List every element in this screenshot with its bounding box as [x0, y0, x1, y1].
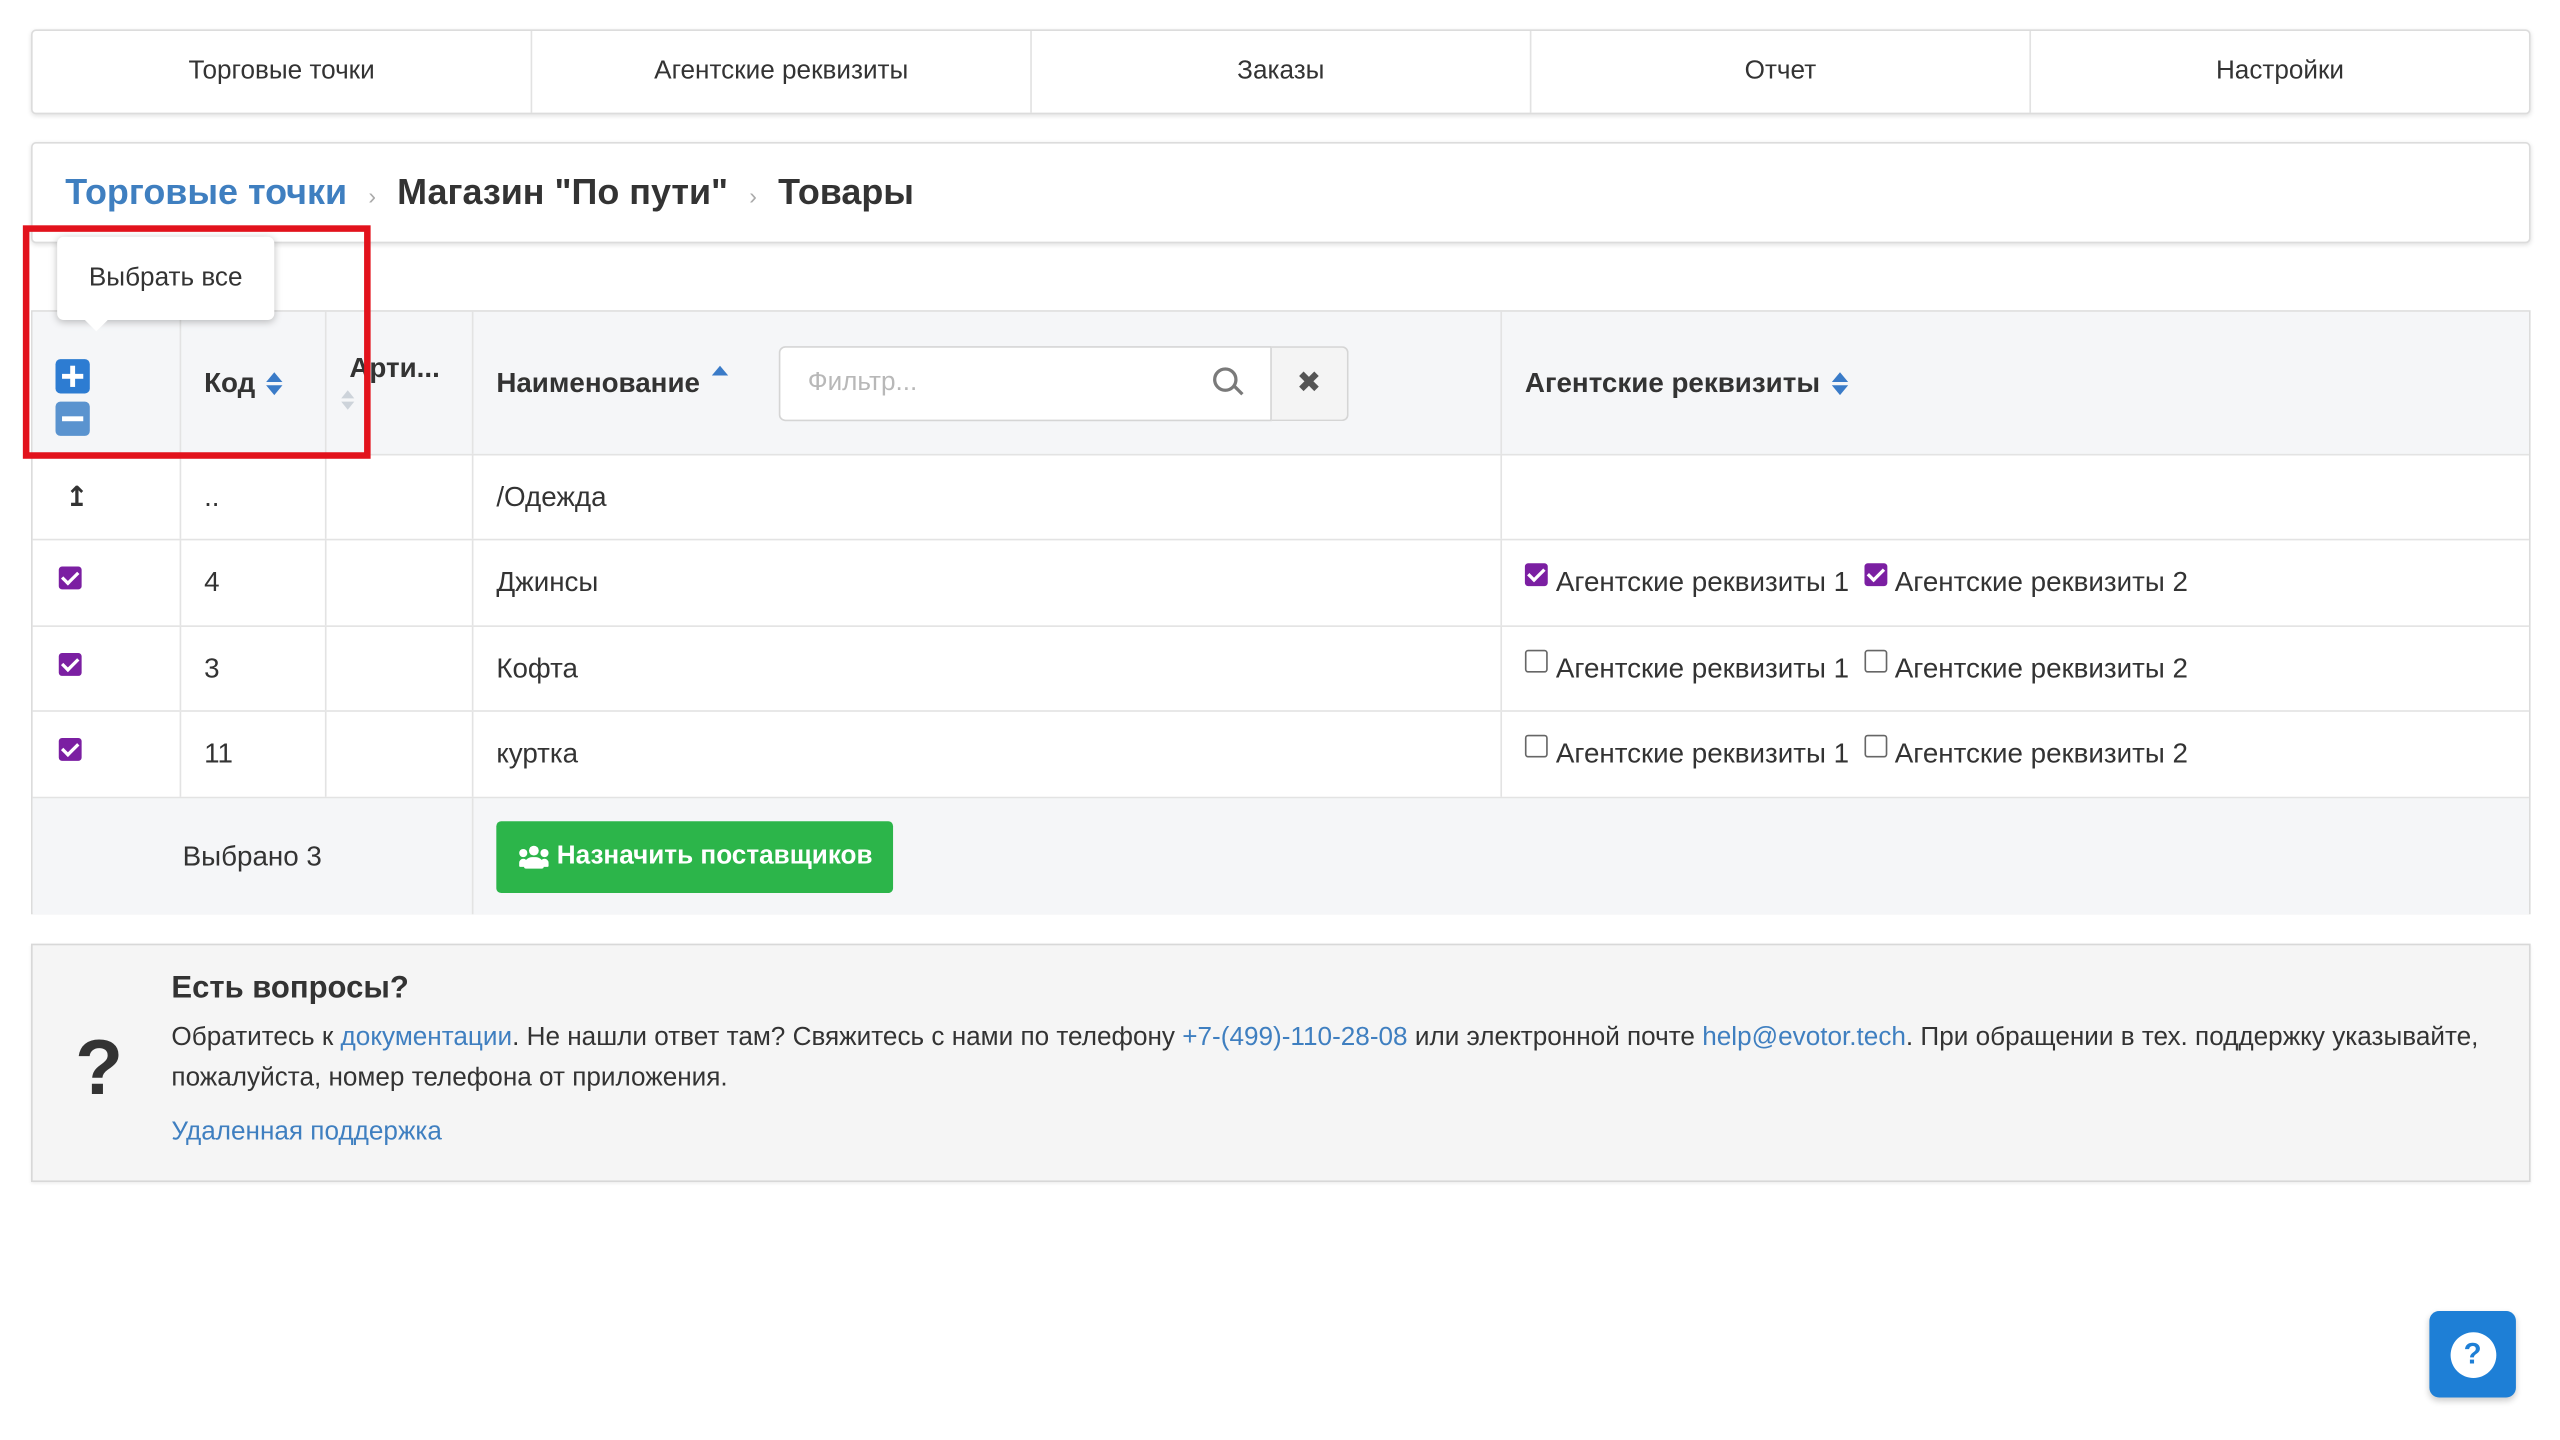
agent-option-2[interactable]: Агентские реквизиты 2	[1863, 648, 2188, 685]
sort-asc-icon	[711, 364, 728, 388]
search-icon	[1212, 345, 1246, 420]
assign-suppliers-button[interactable]: Назначить поставщиков	[496, 820, 894, 893]
select-all-tooltip: Выбрать все	[57, 236, 275, 332]
row-checkbox[interactable]	[58, 566, 82, 590]
article-column-header[interactable]: Арти...	[327, 311, 474, 454]
name-filter-input[interactable]	[778, 345, 1272, 421]
help-text-part: . Не нашли ответ там? Свяжитесь с нами п…	[512, 1023, 1183, 1052]
row-code: 11	[204, 737, 233, 769]
row-name: /Одежда	[496, 480, 607, 512]
agent-label: Агентские реквизиты 1	[1555, 737, 1850, 769]
select-all-plus-icon[interactable]	[55, 359, 90, 394]
remote-support-link[interactable]: Удаленная поддержка	[171, 1118, 442, 1147]
selected-count-label: Выбрано 3	[182, 839, 322, 872]
agent-label: Агентские реквизиты 2	[1894, 652, 2188, 684]
table-header: Код Арти... Наименование ✖ Агентские рек…	[32, 311, 2532, 456]
agent-label: Агентские реквизиты 2	[1894, 566, 2188, 598]
agent-checkbox[interactable]	[1524, 563, 1548, 587]
nav-tab-settings[interactable]: Настройки	[2031, 31, 2529, 113]
nav-tab-agent-details[interactable]: Агентские реквизиты	[532, 31, 1032, 113]
sort-icon	[341, 390, 357, 413]
agent-checkbox[interactable]	[1863, 563, 1887, 587]
agent-header-label: Агентские реквизиты	[1524, 366, 1821, 398]
breadcrumb-current: Товары	[778, 171, 914, 213]
docs-link[interactable]: документации	[341, 1024, 513, 1052]
deselect-all-minus-icon[interactable]	[55, 401, 90, 436]
table-footer: Выбрано 3 Назначить поставщиков	[32, 798, 2532, 915]
row-checkbox[interactable]	[58, 652, 82, 676]
name-column-header: Наименование ✖	[473, 311, 1503, 454]
agent-checkbox[interactable]	[1863, 648, 1887, 672]
table-row: 3 Кофта Агентские реквизиты 1 Агентские …	[32, 626, 2529, 712]
email-link[interactable]: help@evotor.tech	[1702, 1024, 1906, 1052]
help-text-part: или электронной почте	[1407, 1023, 1703, 1052]
select-column-header	[33, 311, 182, 454]
page: Торговые точки Агентские реквизиты Заказ…	[0, 0, 2560, 1440]
agent-label: Агентские реквизиты 1	[1555, 652, 1850, 684]
table-row: 4 Джинсы Агентские реквизиты 1 Агентские…	[32, 540, 2529, 627]
products-table: Код Арти... Наименование ✖ Агентские рек…	[31, 310, 2532, 915]
row-name: куртка	[496, 737, 579, 769]
row-checkbox[interactable]	[58, 737, 82, 761]
help-title: Есть вопросы?	[171, 971, 409, 1006]
breadcrumb-store: Магазин "По пути"	[397, 171, 729, 213]
floating-help-button[interactable]: ?	[2429, 1311, 2516, 1398]
agent-option-1[interactable]: Агентские реквизиты 1	[1524, 734, 1850, 771]
breadcrumb-stores-link[interactable]: Торговые точки	[65, 171, 347, 213]
agent-option-2[interactable]: Агентские реквизиты 2	[1863, 734, 2188, 771]
name-filter: ✖	[778, 345, 1349, 421]
help-panel: ? Есть вопросы? Обратитесь к документаци…	[31, 943, 2531, 1183]
nav-tab-stores[interactable]: Торговые точки	[33, 31, 533, 113]
question-icon: ?	[75, 1025, 123, 1112]
table-row-parent-folder[interactable]: ↥ .. /Одежда	[32, 455, 2529, 541]
filter-clear-button[interactable]: ✖	[1271, 345, 1349, 421]
agent-option-1[interactable]: Агентские реквизиты 1	[1524, 563, 1850, 600]
assign-suppliers-label: Назначить поставщиков	[556, 841, 873, 870]
help-text: Обратитесь к документации. Не нашли отве…	[171, 1017, 2489, 1099]
help-text-part: Обратитесь к	[171, 1023, 341, 1052]
table-row: 11 куртка Агентские реквизиты 1 Агентски…	[32, 711, 2529, 799]
row-name: Кофта	[496, 652, 579, 684]
phone-link[interactable]: +7-(499)-110-28-08	[1182, 1024, 1407, 1052]
row-name: Джинсы	[496, 566, 599, 598]
agent-checkbox[interactable]	[1524, 648, 1548, 672]
footer-actions: Назначить поставщиков	[473, 798, 2532, 914]
row-code: ..	[204, 480, 220, 512]
tooltip-text: Выбрать все	[88, 263, 243, 292]
nav-tab-report[interactable]: Отчет	[1531, 31, 2032, 113]
article-header-label: Арти...	[349, 351, 440, 383]
code-column-header[interactable]: Код	[181, 311, 327, 454]
sort-icon	[1831, 371, 1848, 395]
agent-checkbox[interactable]	[1524, 734, 1548, 758]
agent-option-1[interactable]: Агентские реквизиты 1	[1524, 648, 1850, 685]
row-code: 4	[204, 566, 220, 598]
nav-tab-orders[interactable]: Заказы	[1032, 31, 1532, 113]
agent-checkbox[interactable]	[1863, 734, 1887, 758]
code-header-label: Код	[204, 366, 256, 398]
level-up-icon[interactable]: ↥	[65, 481, 88, 514]
selected-count: Выбрано 3	[33, 798, 474, 915]
breadcrumb-separator: ›	[368, 182, 376, 209]
breadcrumb: Торговые точки › Магазин "По пути" › Тов…	[31, 142, 2531, 244]
agent-label: Агентские реквизиты 2	[1894, 737, 2188, 769]
sort-icon	[266, 371, 283, 395]
breadcrumb-separator: ›	[749, 182, 757, 209]
top-nav: Торговые точки Агентские реквизиты Заказ…	[31, 29, 2531, 115]
name-header-label[interactable]: Наименование	[496, 367, 700, 400]
agent-option-2[interactable]: Агентские реквизиты 2	[1863, 563, 2188, 600]
help-question-icon: ?	[2449, 1331, 2496, 1378]
users-icon	[519, 844, 549, 868]
agent-label: Агентские реквизиты 1	[1555, 566, 1850, 598]
row-code: 3	[204, 652, 220, 684]
agent-column-header[interactable]: Агентские реквизиты	[1502, 312, 2532, 454]
